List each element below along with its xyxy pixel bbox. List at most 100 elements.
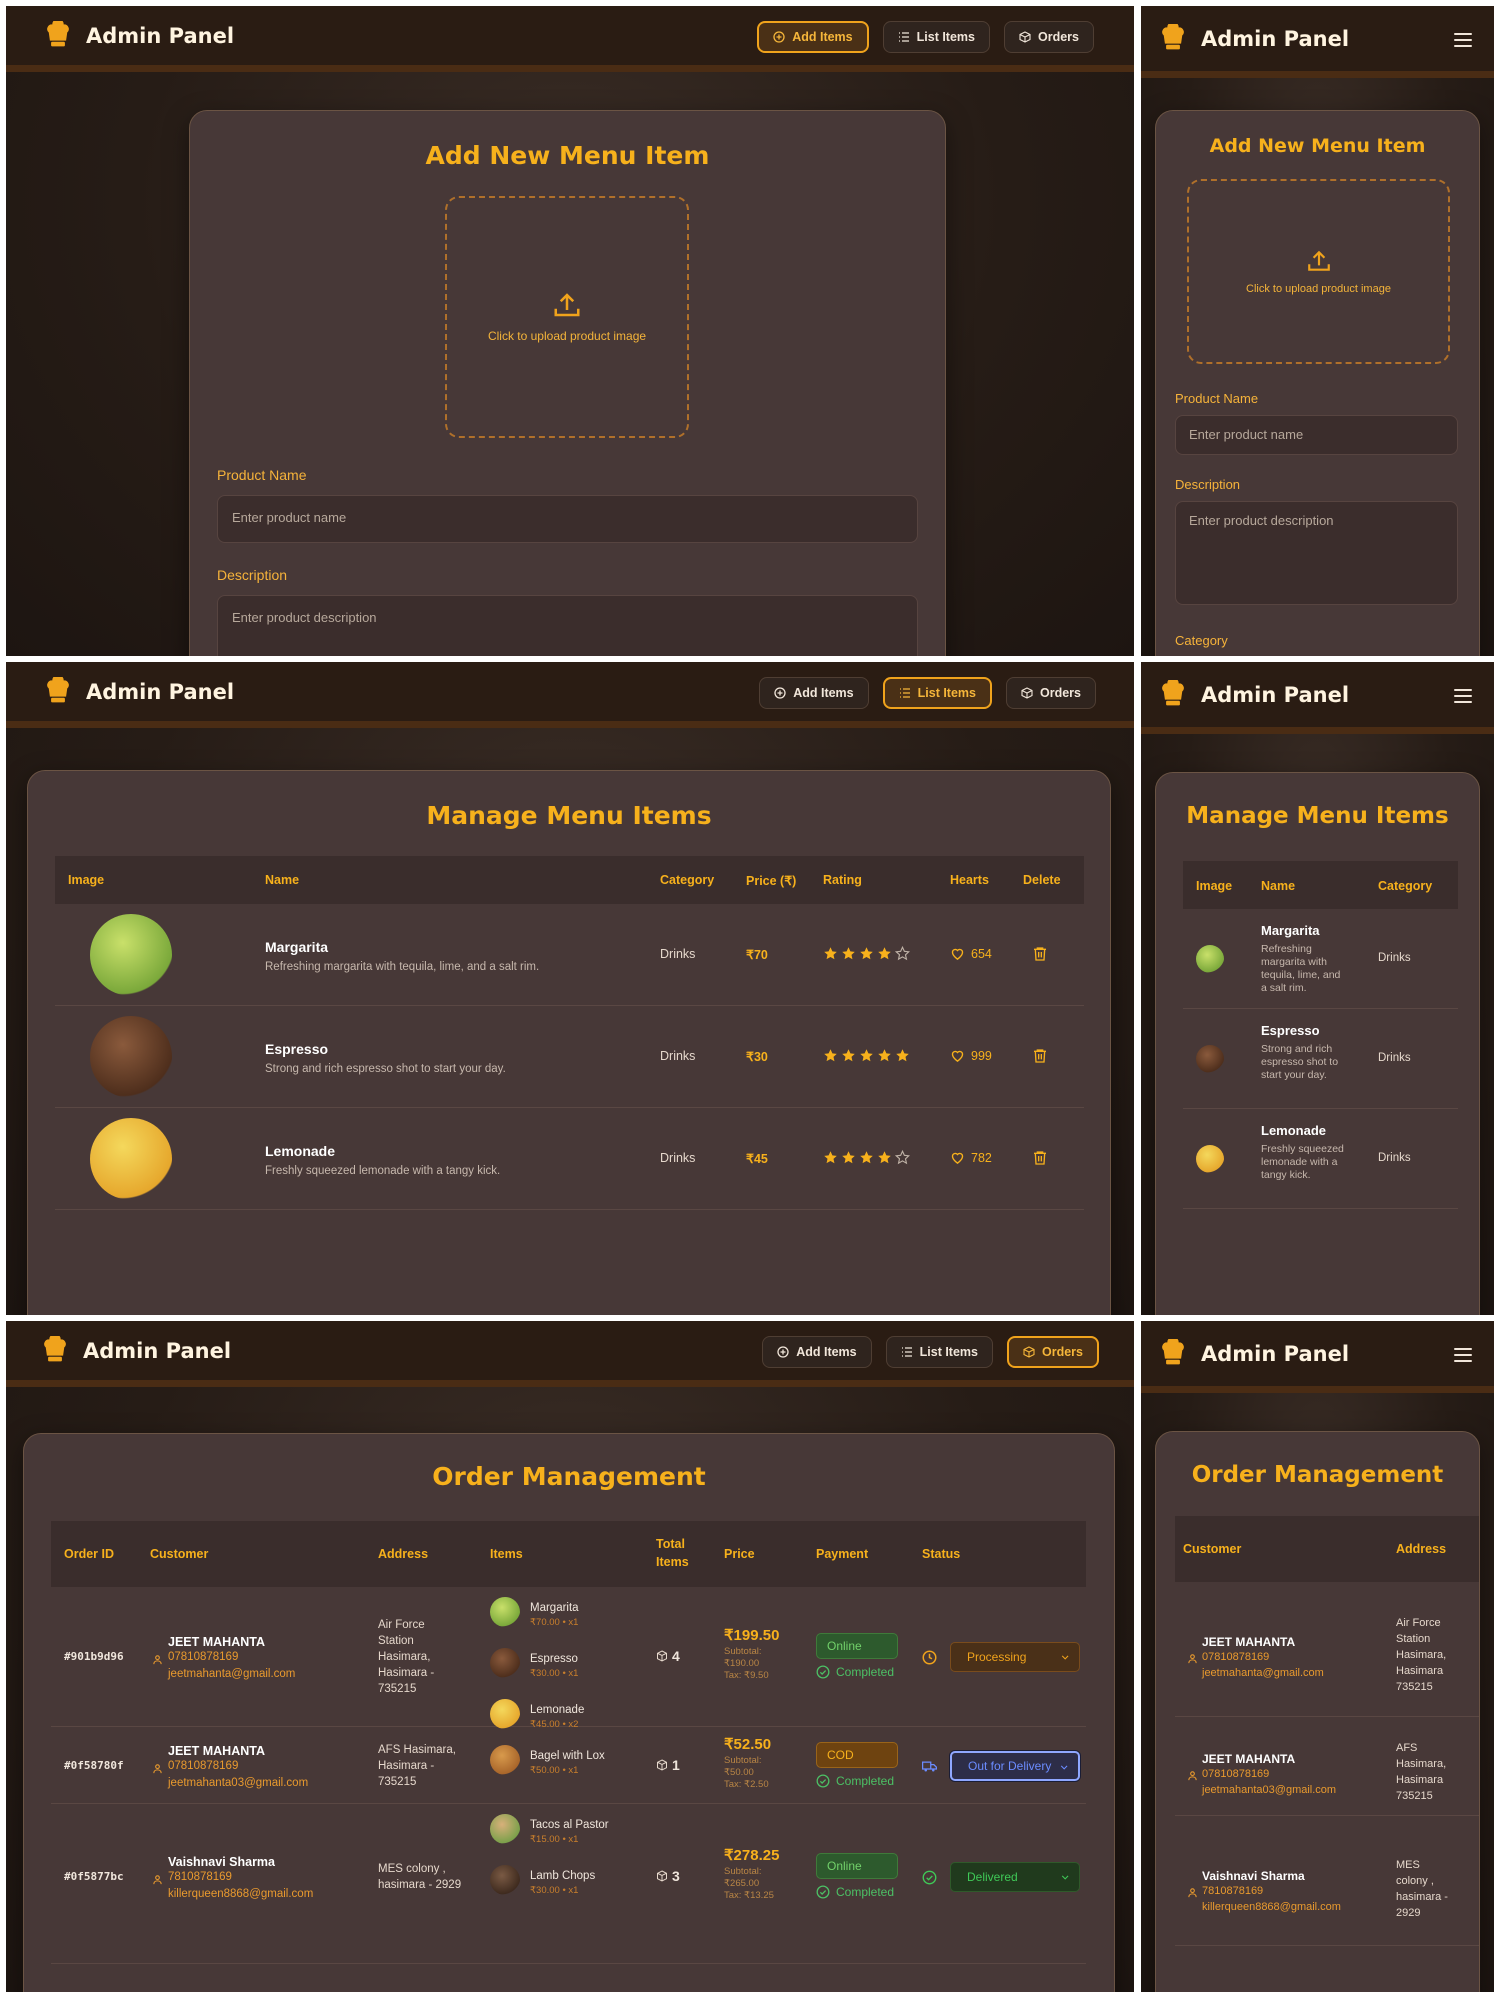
list-icon — [898, 32, 909, 42]
customer-name: JEET MAHANTA — [1202, 1635, 1296, 1649]
hamburger-menu-icon[interactable] — [1454, 1348, 1472, 1362]
upload-label: Click to upload product image — [487, 329, 647, 343]
star-filled-icon — [878, 1049, 891, 1062]
app-title: Admin Panel — [86, 679, 235, 704]
address-line: Hasimara — [1396, 1665, 1444, 1677]
nav-add-items[interactable]: Add Items — [757, 21, 869, 53]
star-filled-icon — [896, 1049, 909, 1062]
subtotal-value: ₹190.00 — [724, 1658, 760, 1669]
app-title: Admin Panel — [1201, 1341, 1350, 1366]
status-select[interactable]: Delivered — [950, 1862, 1080, 1892]
image-upload-area[interactable]: Click to upload product image — [445, 196, 689, 438]
order-item-meta: ₹70.00 • x1 — [530, 1617, 579, 1628]
col-price: Price — [724, 1547, 755, 1561]
margarita-image — [490, 1597, 520, 1627]
item-name: Margarita — [265, 939, 329, 955]
nav-list-items[interactable]: List Items — [885, 1336, 993, 1368]
total-items-value: 3 — [672, 1868, 680, 1884]
add-item-card: Add New Menu Item Click to upload produc… — [1155, 110, 1480, 656]
nav-orders[interactable]: Orders — [1004, 21, 1094, 53]
check-circle-icon — [816, 1885, 830, 1899]
col-address: Address — [1396, 1542, 1447, 1556]
subtotal-label: Subtotal: — [724, 1646, 762, 1657]
lemonade-image — [90, 1118, 172, 1200]
star-filled-icon — [860, 1049, 873, 1062]
nav-list-items[interactable]: List Items — [882, 677, 992, 709]
item-description-line: margarita with — [1261, 956, 1327, 968]
col-customer: Customer — [1183, 1542, 1242, 1556]
col-image: Image — [68, 873, 105, 887]
item-price: ₹30 — [746, 1050, 768, 1064]
delete-button[interactable] — [1032, 945, 1048, 963]
item-name: Lemonade — [1261, 1123, 1327, 1138]
subtotal-value: ₹265.00 — [724, 1878, 760, 1889]
col-category: Category — [660, 873, 715, 887]
star-empty-icon — [895, 946, 910, 961]
description-input[interactable]: Enter product description — [1175, 501, 1458, 605]
col-name: Name — [265, 873, 300, 887]
status-select[interactable]: Out for Delivery — [950, 1750, 1080, 1781]
margarita-image — [1196, 945, 1224, 973]
top-header: Admin Panel Add Items List Items Orders — [6, 662, 1134, 728]
plus-circle-icon — [773, 31, 785, 43]
item-description-line: espresso shot to — [1261, 1056, 1339, 1068]
nav-orders[interactable]: Orders — [1007, 1336, 1099, 1368]
plus-circle-icon — [774, 687, 786, 699]
espresso-image — [1196, 1045, 1224, 1073]
col-customer: Customer — [150, 1547, 209, 1561]
nav-add-items[interactable]: Add Items — [762, 1336, 872, 1368]
top-header: Admin Panel Add Items List Items Orders — [6, 1321, 1134, 1387]
subtotal-label: Subtotal: — [724, 1754, 762, 1766]
customer-phone: 07810878169 — [168, 1759, 239, 1772]
trash-icon — [1034, 947, 1046, 961]
nav-orders[interactable]: Orders — [1006, 677, 1096, 709]
hamburger-menu-icon[interactable] — [1454, 33, 1472, 47]
item-name: Margarita — [1261, 923, 1320, 938]
rating-stars — [823, 1150, 910, 1165]
order-item-name: Espresso — [530, 1653, 578, 1665]
payment-method-badge: COD — [816, 1741, 898, 1768]
hearts-value: 654 — [971, 946, 992, 961]
customer-email: jeetmahanta@gmail.com — [1202, 1667, 1324, 1679]
col-delete: Delete — [1023, 873, 1061, 887]
customer-phone: 7810878169 — [1202, 1885, 1264, 1897]
product-name-label: Product Name — [217, 467, 307, 483]
hamburger-menu-icon[interactable] — [1454, 689, 1472, 703]
address-line: colony , — [1396, 1875, 1434, 1887]
col-address: Address — [378, 1547, 429, 1561]
nav-list-items[interactable]: List Items — [882, 21, 990, 53]
address-line: Station — [1396, 1633, 1431, 1645]
page-title: Manage Menu Items — [1186, 803, 1449, 829]
address-line: Air Force — [378, 1619, 425, 1631]
image-upload-area[interactable]: Click to upload product image — [1187, 179, 1450, 364]
nav-add-items[interactable]: Add Items — [759, 677, 869, 709]
description-input[interactable]: Enter product description — [217, 595, 918, 656]
address-line: 735215 — [378, 1775, 417, 1788]
top-header: Admin Panel — [1141, 1321, 1494, 1393]
col-status: Status — [922, 1547, 961, 1561]
tax-value: Tax: ₹9.50 — [724, 1670, 769, 1681]
order-item-meta: ₹50.00 • x1 — [530, 1765, 579, 1776]
table-row: Espresso Strong and rich espresso shot to s… — [1183, 1009, 1458, 1109]
order-item-meta: ₹30.00 • x1 — [530, 1668, 579, 1679]
product-name-input[interactable]: Enter product name — [217, 495, 918, 543]
item-description-line: start your day. — [1261, 1069, 1327, 1081]
payment-method-badge: Online — [816, 1853, 898, 1879]
star-filled-icon — [878, 1151, 891, 1164]
status-icon-wrap — [922, 1759, 937, 1774]
item-description: Refreshing margarita with tequila, lime,… — [265, 961, 540, 973]
product-name-input[interactable]: Enter product name — [1175, 415, 1458, 455]
address-line: Air Force — [1396, 1617, 1441, 1629]
status-icon-wrap — [922, 1870, 937, 1885]
tax-value: Tax: ₹2.50 — [724, 1778, 769, 1790]
top-header: Admin Panel Add Items List Items Orders — [6, 6, 1134, 72]
address-line: Hasimara, — [378, 1651, 431, 1663]
status-select[interactable]: Processing — [950, 1642, 1080, 1672]
page-title: Manage Menu Items — [426, 801, 712, 830]
item-description: Freshly squeezed lemonade with a tangy k… — [265, 1165, 501, 1177]
rating-stars — [823, 946, 910, 961]
total-items: 1 — [656, 1757, 680, 1773]
delete-button[interactable] — [1032, 1149, 1048, 1167]
item-category: Drinks — [660, 947, 696, 961]
delete-button[interactable] — [1032, 1047, 1048, 1065]
